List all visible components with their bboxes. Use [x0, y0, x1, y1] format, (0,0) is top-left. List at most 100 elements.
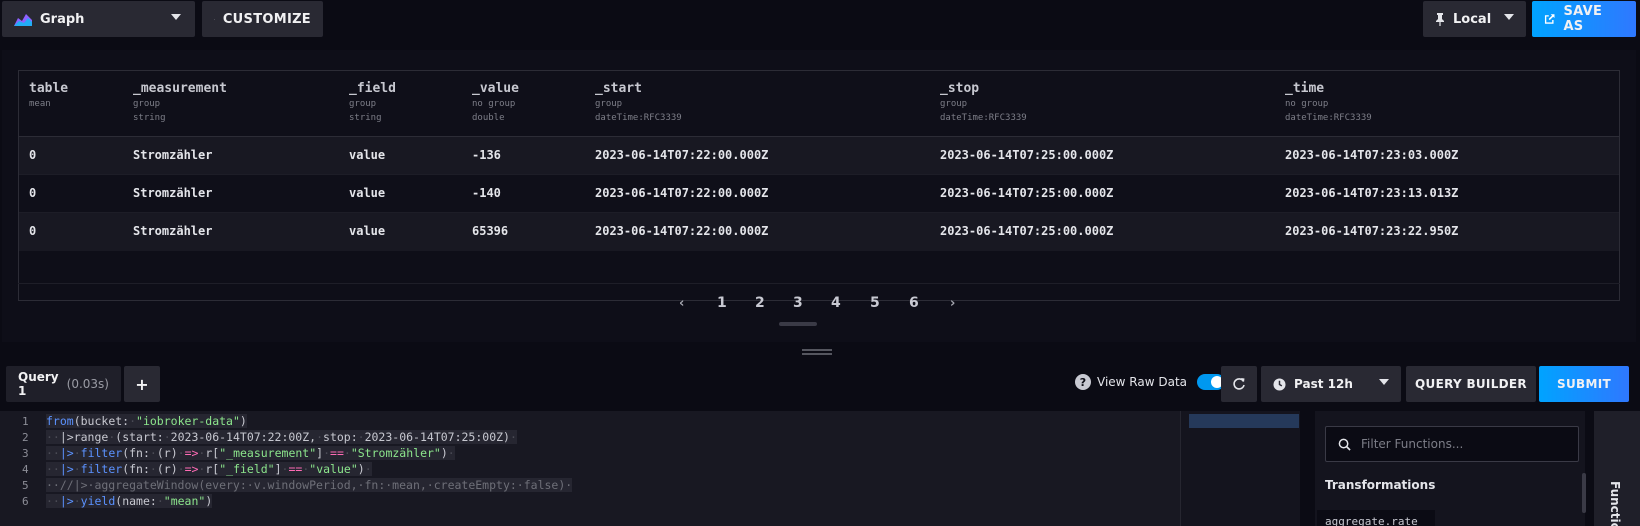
view-raw-data-control: ? View Raw Data — [1075, 374, 1225, 390]
page-5[interactable]: 5 — [870, 295, 880, 311]
raw-data-table: table mean _measurement group string _fi… — [18, 70, 1620, 301]
page-2[interactable]: 2 — [755, 295, 765, 311]
pagination-next-icon[interactable]: › — [950, 296, 955, 311]
minimap-viewport[interactable] — [1189, 414, 1299, 428]
functions-panel: Transformations aggregate.rate — [1315, 411, 1585, 526]
table-cell: 2023-06-14T07:22:00.000Z — [595, 224, 769, 238]
table-cell: 2023-06-14T07:25:00.000Z — [940, 148, 1114, 162]
table-cell: 2023-06-14T07:23:22.950Z — [1285, 224, 1459, 238]
table-cell: 0 — [29, 148, 37, 162]
submit-label: SUBMIT — [1557, 377, 1611, 391]
top-toolbar: Graph CUSTOMIZE Local SAVE AS — [0, 0, 1640, 40]
code-line: from(bucket:·"iobroker-data") — [46, 414, 247, 428]
page-1[interactable]: 1 — [717, 295, 727, 311]
table-row: 0 Stromzähler value 65396 2023-06-14T07:… — [19, 213, 1619, 251]
filter-functions-input[interactable] — [1361, 437, 1561, 451]
timezone-label: Local — [1453, 11, 1492, 27]
caret-down-icon — [1379, 379, 1389, 385]
visualization-type-dropdown[interactable]: Graph — [2, 1, 195, 37]
table-cell: 0 — [29, 224, 37, 238]
column-header-stop[interactable]: _stop group dateTime:RFC3339 — [940, 81, 1027, 124]
page-6[interactable]: 6 — [909, 295, 919, 311]
table-cell: 2023-06-14T07:25:00.000Z — [940, 186, 1114, 200]
code-line: ··|>·filter(fn:·(r)·=>·r["_measurement"]… — [46, 446, 455, 460]
customize-button[interactable]: CUSTOMIZE — [202, 1, 323, 37]
code-line: ··//|>·aggregateWindow(every:·v.windowPe… — [46, 478, 573, 492]
table-cell: 0 — [29, 186, 37, 200]
transformations-heading: Transformations — [1325, 478, 1436, 492]
table-row: 0 Stromzähler value -136 2023-06-14T07:2… — [19, 137, 1619, 175]
table-cell: 2023-06-14T07:22:00.000Z — [595, 148, 769, 162]
query-duration: (0.03s) — [66, 377, 109, 391]
table-cell: 65396 — [472, 224, 509, 238]
customize-label: CUSTOMIZE — [222, 11, 311, 27]
functions-side-tab[interactable]: Functions — [1594, 411, 1640, 526]
table-cell: 2023-06-14T07:23:13.013Z — [1285, 186, 1459, 200]
pagination: ‹ 1 2 3 4 5 6 › — [667, 295, 967, 325]
column-header-value[interactable]: _value no group double — [472, 81, 519, 124]
plus-icon: + — [135, 374, 149, 394]
caret-down-icon — [171, 14, 181, 20]
line-number: 6 — [22, 495, 29, 508]
submit-button[interactable]: SUBMIT — [1539, 366, 1629, 402]
resize-handle[interactable] — [802, 349, 832, 355]
line-number: 1 — [22, 415, 29, 428]
line-number: 4 — [22, 463, 29, 476]
table-cell: value — [349, 224, 386, 238]
table-header: table mean _measurement group string _fi… — [19, 71, 1619, 137]
timezone-dropdown[interactable]: Local — [1423, 1, 1526, 37]
table-cell: -136 — [472, 148, 501, 162]
save-as-button[interactable]: SAVE AS — [1532, 1, 1636, 37]
table-cell: Stromzähler — [133, 148, 213, 162]
search-icon — [1338, 438, 1351, 451]
line-number-gutter: 1 2 3 4 5 6 — [0, 411, 42, 526]
pagination-prev-icon[interactable]: ‹ — [679, 296, 684, 311]
code-line: ··|>·filter(fn:·(r)·=>·r["_field"]·==·"v… — [46, 462, 372, 476]
function-list-item[interactable]: aggregate.rate — [1317, 510, 1435, 526]
column-header-measurement[interactable]: _measurement group string — [133, 81, 227, 124]
divider — [18, 283, 1620, 284]
clock-icon — [1273, 377, 1286, 391]
query-tab[interactable]: Query 1 (0.03s) — [6, 366, 121, 402]
time-range-dropdown[interactable]: Past 12h — [1261, 366, 1401, 402]
graph-icon — [14, 14, 32, 26]
add-query-button[interactable]: + — [124, 366, 160, 402]
table-row: 0 Stromzähler value -140 2023-06-14T07:2… — [19, 175, 1619, 213]
time-range-label: Past 12h — [1294, 377, 1353, 391]
flux-code-editor[interactable]: 1 2 3 4 5 6 from(bucket:·"iobroker-data"… — [0, 411, 1300, 526]
functions-scrollbar[interactable] — [1582, 473, 1586, 513]
page-3-current[interactable]: 3 — [793, 295, 803, 311]
table-cell: Stromzähler — [133, 224, 213, 238]
gear-icon — [214, 18, 215, 20]
code-line: ··|>·yield(name:·"mean") — [46, 494, 213, 508]
column-header-time[interactable]: _time no group dateTime:RFC3339 — [1285, 81, 1372, 124]
table-cell: value — [349, 186, 386, 200]
table-cell: -140 — [472, 186, 501, 200]
pin-icon — [1436, 12, 1444, 26]
refresh-button[interactable] — [1221, 366, 1257, 402]
editor-minimap[interactable] — [1180, 411, 1300, 526]
query-builder-button[interactable]: QUERY BUILDER — [1406, 366, 1536, 402]
refresh-icon — [1233, 378, 1245, 390]
help-icon[interactable]: ? — [1075, 374, 1091, 390]
line-number: 5 — [22, 479, 29, 492]
save-as-label: SAVE AS — [1563, 4, 1603, 34]
table-cell: 2023-06-14T07:23:03.000Z — [1285, 148, 1459, 162]
column-header-start[interactable]: _start group dateTime:RFC3339 — [595, 81, 682, 124]
visualization-type-label: Graph — [40, 11, 85, 27]
line-number: 3 — [22, 447, 29, 460]
raw-data-panel: table mean _measurement group string _fi… — [2, 50, 1636, 342]
page-4[interactable]: 4 — [831, 295, 841, 311]
table-cell: 2023-06-14T07:25:00.000Z — [940, 224, 1114, 238]
filter-functions-field[interactable] — [1325, 426, 1579, 462]
query-builder-label: QUERY BUILDER — [1415, 377, 1527, 391]
code-line: ··|>range·(start:·2023-06-14T07:22:00Z,·… — [46, 430, 517, 444]
view-raw-data-label: View Raw Data — [1097, 375, 1187, 389]
table-cell: Stromzähler — [133, 186, 213, 200]
line-number: 2 — [22, 431, 29, 444]
table-cell: value — [349, 148, 386, 162]
current-page-indicator — [779, 322, 817, 326]
column-header-field[interactable]: _field group string — [349, 81, 396, 124]
column-header-table[interactable]: table mean — [29, 81, 68, 113]
export-icon — [1544, 14, 1555, 24]
